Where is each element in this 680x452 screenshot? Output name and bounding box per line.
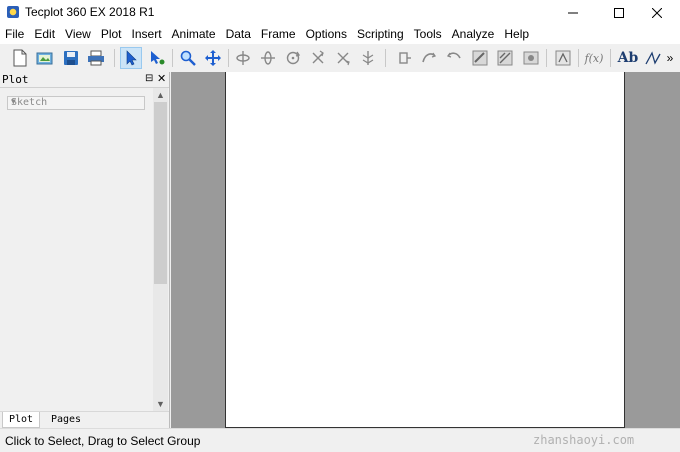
- sidebar-scrollbar[interactable]: ▲ ▼: [153, 88, 168, 411]
- menu-bar: File Edit View Plot Insert Animate Data …: [0, 25, 680, 44]
- geometry-button[interactable]: [552, 47, 574, 69]
- translate-icon: [205, 50, 221, 66]
- slice-icon: [422, 52, 436, 63]
- image-export-button[interactable]: [520, 47, 542, 69]
- menu-data[interactable]: Data: [221, 25, 256, 44]
- rotate-z-button[interactable]: [282, 47, 304, 69]
- menu-animate[interactable]: Animate: [167, 25, 221, 44]
- streamtrace-button[interactable]: [469, 47, 491, 69]
- menu-view[interactable]: View: [60, 25, 96, 44]
- window-title: Tecplot 360 EX 2018 R1: [25, 5, 155, 19]
- probe-button[interactable]: [393, 47, 415, 69]
- status-text: Click to Select, Drag to Select Group: [5, 434, 201, 448]
- select-icon: [126, 50, 137, 66]
- panel-header: Plot ⊟ ✕: [0, 72, 169, 88]
- toolbar-separator: [385, 49, 386, 67]
- toolbar-separator: [546, 49, 547, 67]
- iso-surface-button[interactable]: [494, 47, 516, 69]
- slice-button[interactable]: [418, 47, 440, 69]
- scrollbar-thumb[interactable]: [154, 102, 167, 284]
- menu-insert[interactable]: Insert: [127, 25, 167, 44]
- plot-frame-canvas[interactable]: [225, 72, 625, 428]
- rotate-y-button[interactable]: [257, 47, 279, 69]
- tab-pages[interactable]: Pages: [44, 412, 88, 428]
- toolbar-overflow-button[interactable]: »: [663, 47, 677, 69]
- plot-type-select[interactable]: Sketch ▼: [7, 96, 145, 110]
- menu-edit[interactable]: Edit: [29, 25, 60, 44]
- chevron-down-icon: ▼: [11, 97, 16, 106]
- scroll-up-icon[interactable]: ▲: [153, 88, 168, 102]
- translate-button[interactable]: [202, 47, 224, 69]
- menu-help[interactable]: Help: [499, 25, 534, 44]
- toolbar-separator: [114, 49, 115, 67]
- rotate-y-icon: [261, 51, 275, 65]
- menu-options[interactable]: Options: [301, 25, 352, 44]
- sidebar-tabs: Plot Pages: [0, 411, 169, 429]
- sidebar-panel: Plot ⊟ ✕ Sketch ▼ ▲ ▼ Plot Pages: [0, 72, 170, 429]
- function-button[interactable]: f(x): [582, 47, 606, 69]
- menu-plot[interactable]: Plot: [96, 25, 127, 44]
- streamtrace-icon: [472, 50, 488, 66]
- open-icon: [36, 52, 53, 65]
- rotate-x-icon: [236, 51, 250, 65]
- print-icon: [88, 50, 104, 66]
- rotate-z-icon: [286, 51, 301, 65]
- rotate-rollerball-icon: [312, 50, 324, 64]
- spherical-rotate-button[interactable]: [332, 47, 354, 69]
- adjust-icon: [151, 51, 165, 65]
- new-icon: [13, 49, 27, 67]
- spherical-rotate-icon: [337, 52, 350, 66]
- status-bar: Click to Select, Drag to Select Group zh…: [0, 428, 680, 452]
- zoom-button[interactable]: [177, 47, 199, 69]
- save-button[interactable]: [60, 47, 82, 69]
- toolbar-separator: [578, 49, 579, 67]
- menu-file[interactable]: File: [0, 25, 29, 44]
- watermark-text: zhanshaoyi.com: [533, 433, 635, 447]
- close-button[interactable]: [634, 0, 680, 25]
- panel-title: Plot: [2, 73, 29, 86]
- image-icon: [523, 51, 539, 65]
- main-toolbar: f(x) Ab »: [0, 44, 680, 72]
- close-icon: [652, 7, 662, 18]
- open-button[interactable]: [34, 47, 56, 69]
- undock-icon[interactable]: ⊟: [145, 73, 153, 84]
- adjust-tool-button[interactable]: [146, 47, 168, 69]
- tab-plot[interactable]: Plot: [2, 412, 40, 428]
- new-button[interactable]: [9, 47, 31, 69]
- minimize-icon: [568, 12, 578, 13]
- text-tool-button[interactable]: Ab: [616, 47, 640, 69]
- iso-surface-icon: [497, 50, 513, 66]
- maximize-icon: [614, 7, 624, 18]
- zoom-icon: [180, 50, 196, 66]
- panel-close-icon[interactable]: ✕: [157, 72, 166, 85]
- select-tool-button[interactable]: [120, 47, 142, 69]
- scroll-down-icon[interactable]: ▼: [153, 397, 168, 411]
- toolbar-separator: [228, 49, 229, 67]
- polyline-icon: [645, 51, 661, 65]
- print-button[interactable]: [85, 47, 107, 69]
- minimize-button[interactable]: [550, 0, 596, 25]
- toolbar-separator: [610, 49, 611, 67]
- contour-button[interactable]: [443, 47, 465, 69]
- contour-icon: [447, 52, 461, 59]
- menu-frame[interactable]: Frame: [256, 25, 301, 44]
- save-icon: [64, 51, 78, 65]
- geometry-icon: [555, 50, 571, 66]
- title-bar: Tecplot 360 EX 2018 R1: [0, 0, 680, 25]
- toolbar-separator: [172, 49, 173, 67]
- tecplot-app-icon: [7, 6, 19, 18]
- menu-analyze[interactable]: Analyze: [447, 25, 500, 44]
- rollerball-rotate-button[interactable]: [307, 47, 329, 69]
- twist-icon: [362, 51, 374, 65]
- workspace-area[interactable]: [171, 72, 680, 428]
- twist-button[interactable]: [357, 47, 379, 69]
- polyline-tool-button[interactable]: [642, 47, 664, 69]
- probe-icon: [399, 52, 411, 64]
- menu-scripting[interactable]: Scripting: [352, 25, 409, 44]
- rotate-x-button[interactable]: [232, 47, 254, 69]
- menu-tools[interactable]: Tools: [409, 25, 447, 44]
